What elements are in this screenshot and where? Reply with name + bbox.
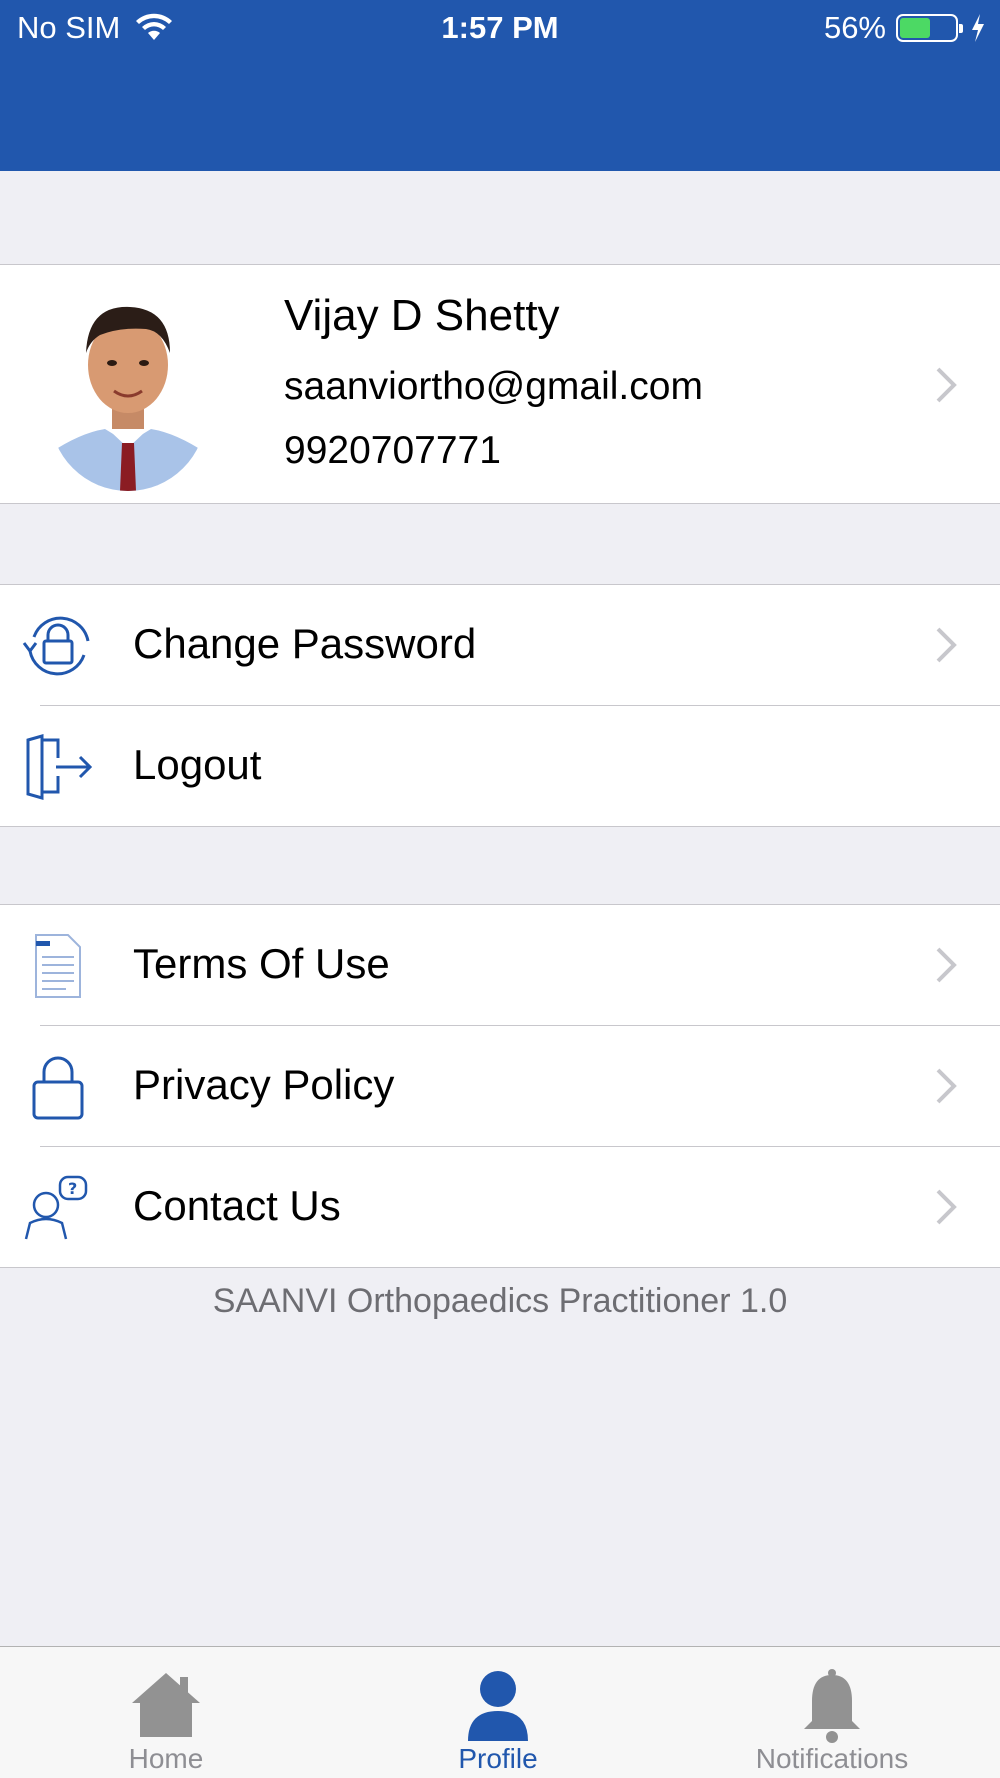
battery-icon <box>896 14 963 42</box>
avatar <box>50 283 206 491</box>
battery-fill <box>900 18 931 38</box>
terms-of-use-label: Terms Of Use <box>133 940 390 987</box>
logout-label: Logout <box>133 741 262 788</box>
contact-us-label: Contact Us <box>133 1182 341 1229</box>
status-bar: No SIM 1:57 PM 56% <box>0 0 1000 54</box>
chevron-right-icon <box>936 627 957 663</box>
chevron-right-icon <box>936 947 957 983</box>
logout-door-icon <box>26 734 93 800</box>
lock-refresh-icon <box>22 616 90 676</box>
support-person-icon: ? <box>24 1175 88 1240</box>
chevron-right-icon <box>936 1189 957 1225</box>
terms-of-use-row[interactable]: Terms Of Use <box>0 905 1000 1025</box>
privacy-policy-row[interactable]: Privacy Policy <box>0 1026 1000 1146</box>
navigation-bar: No SIM 1:57 PM 56% <box>0 0 1000 171</box>
bell-icon <box>804 1669 860 1743</box>
chevron-right-icon <box>936 367 957 403</box>
tab-bar: Home Profile Notifications <box>0 1646 1000 1778</box>
profile-email: saanviortho@gmail.com <box>284 365 703 408</box>
person-icon <box>468 1671 528 1741</box>
profile-photo <box>50 283 206 491</box>
tab-home-label: Home <box>128 1743 204 1774</box>
tab-profile-label: Profile <box>458 1743 538 1774</box>
change-password-row[interactable]: Change Password <box>0 585 1000 705</box>
info-menu: Terms Of Use Privacy Policy ? Contact Us <box>0 904 1000 1268</box>
tab-home[interactable]: Home <box>56 1647 276 1778</box>
app-version-text: SAANVI Orthopaedics Practitioner 1.0 <box>212 1282 788 1320</box>
home-icon <box>132 1673 200 1737</box>
svg-text:?: ? <box>68 1179 77 1198</box>
document-icon <box>35 934 81 998</box>
battery-group: 56% <box>824 10 986 46</box>
change-password-label: Change Password <box>133 620 477 667</box>
tab-notifications[interactable]: Notifications <box>722 1647 942 1778</box>
chevron-right-icon <box>936 1068 957 1104</box>
battery-percent: 56% <box>823 10 886 45</box>
profile-phone: 9920707771 <box>284 429 501 472</box>
privacy-policy-label: Privacy Policy <box>133 1061 395 1108</box>
contact-us-row[interactable]: ? Contact Us <box>0 1147 1000 1267</box>
logout-row[interactable]: Logout <box>0 706 1000 826</box>
padlock-icon <box>32 1056 84 1120</box>
profile-card[interactable]: Vijay D Shetty saanviortho@gmail.com 992… <box>0 264 1000 504</box>
tab-notifications-label: Notifications <box>755 1743 909 1774</box>
account-menu: Change Password Logout <box>0 584 1000 827</box>
tab-profile[interactable]: Profile <box>388 1647 608 1778</box>
charging-bolt-icon <box>972 14 984 42</box>
profile-name: Vijay D Shetty <box>284 291 560 340</box>
